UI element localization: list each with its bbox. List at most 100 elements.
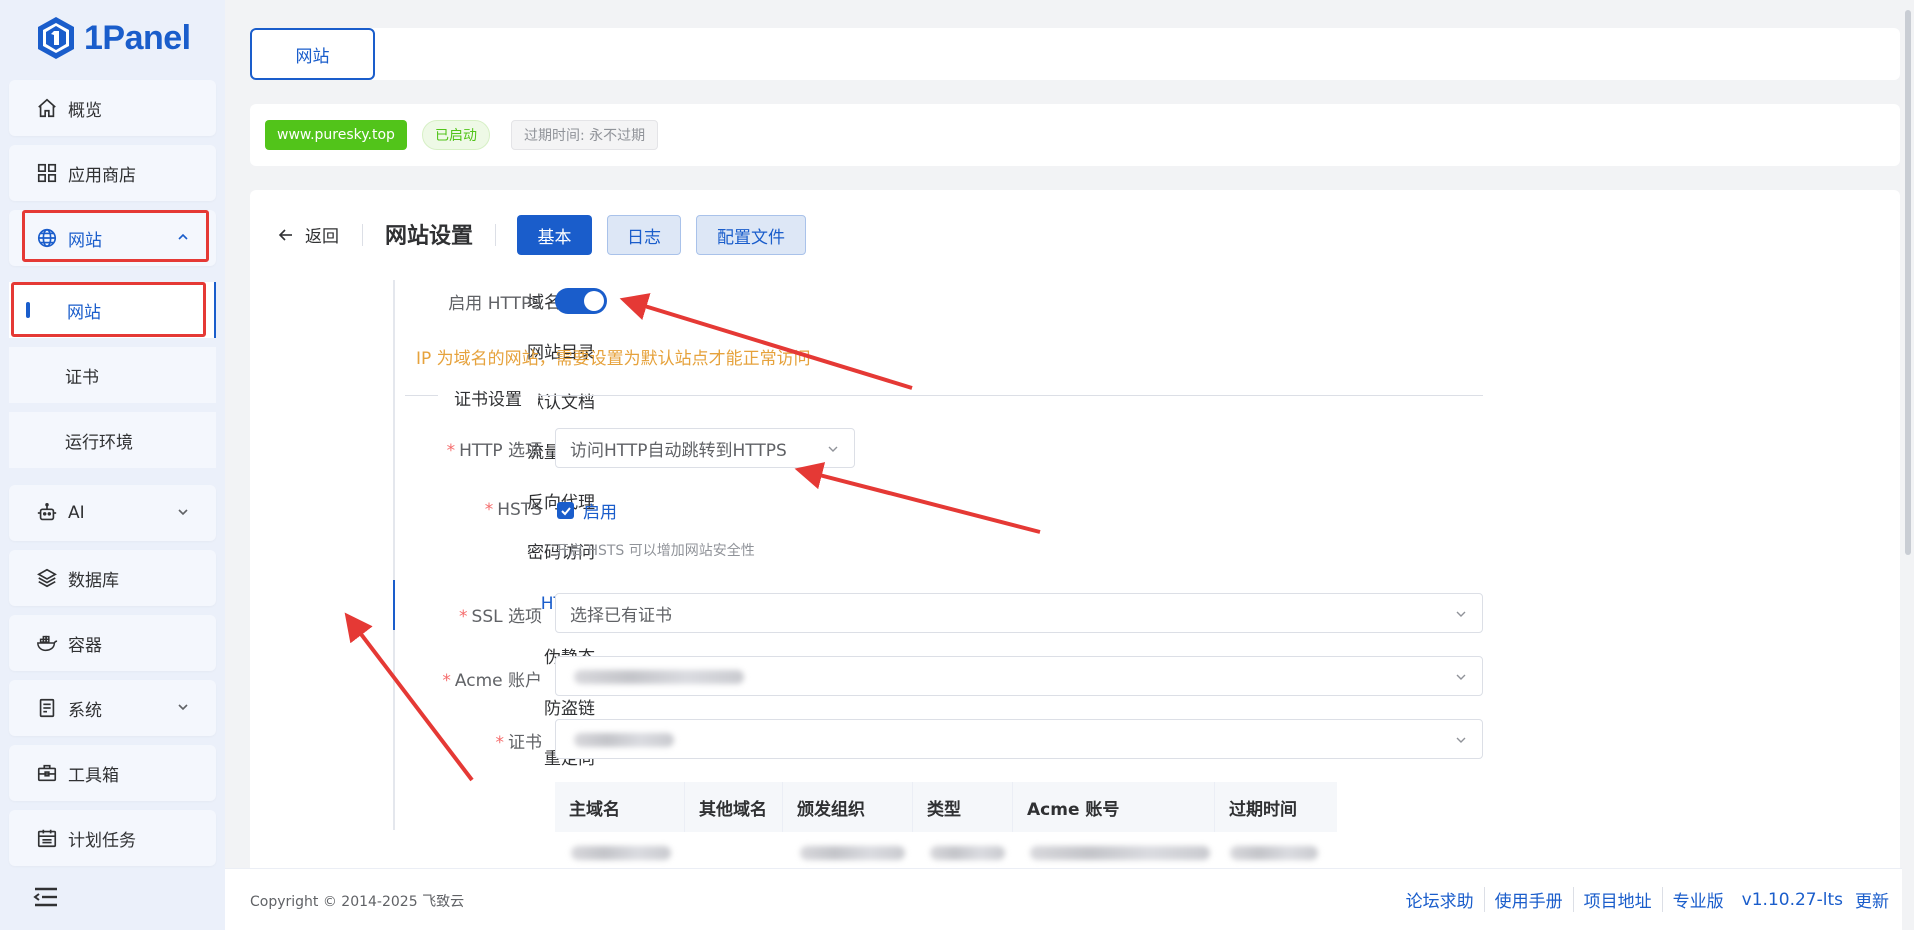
layers-icon bbox=[36, 567, 58, 589]
menu-item-system[interactable]: 系统 bbox=[9, 680, 216, 736]
hsts-check-label[interactable]: 启用 bbox=[583, 498, 617, 523]
back-button[interactable]: 返回 bbox=[277, 222, 339, 247]
menu-item-overview[interactable]: 概览 bbox=[9, 80, 216, 136]
col-type: 类型 bbox=[913, 782, 1013, 832]
https-toggle[interactable] bbox=[555, 288, 607, 314]
certificate-label: * 证书 bbox=[495, 733, 543, 753]
select-value: 选择已有证书 bbox=[570, 605, 672, 626]
section-title: 证书设置 bbox=[438, 385, 538, 410]
check-icon bbox=[560, 506, 571, 515]
http-option-label: * HTTP 选项 bbox=[446, 441, 542, 461]
grid-icon bbox=[36, 162, 58, 184]
certificate-select[interactable] bbox=[555, 719, 1483, 759]
active-indicator bbox=[26, 302, 30, 318]
acme-account-select[interactable] bbox=[555, 656, 1483, 696]
basic-button[interactable]: 基本 bbox=[517, 215, 592, 255]
docker-icon bbox=[36, 632, 58, 654]
table-row[interactable] bbox=[555, 832, 1337, 868]
calendar-icon bbox=[36, 827, 58, 849]
menu-item-database[interactable]: 数据库 bbox=[9, 550, 216, 606]
manual-link[interactable]: 使用手册 bbox=[1483, 887, 1573, 912]
menu-label: 应用商店 bbox=[68, 165, 136, 186]
menu-label: 系统 bbox=[68, 700, 102, 721]
sub-label: 证书 bbox=[65, 367, 99, 388]
menu-label: 网站 bbox=[68, 230, 102, 251]
blurred-cell bbox=[930, 846, 1005, 860]
scrollbar-thumb[interactable] bbox=[1905, 10, 1911, 555]
logo-icon bbox=[38, 17, 74, 59]
toggle-knob bbox=[584, 291, 604, 311]
select-value: 访问HTTP自动跳转到HTTPS bbox=[570, 440, 787, 461]
chevron-down-icon bbox=[178, 509, 188, 516]
sub-label: 网站 bbox=[67, 302, 101, 323]
tab-website[interactable]: 网站 bbox=[250, 28, 375, 80]
sub-item-runtime[interactable]: 运行环境 bbox=[9, 412, 216, 468]
log-button[interactable]: 日志 bbox=[607, 215, 681, 255]
expire-badge: 过期时间: 永不过期 bbox=[511, 120, 659, 150]
ssl-option-select[interactable]: 选择已有证书 bbox=[555, 593, 1483, 633]
chevron-down-icon bbox=[1456, 737, 1466, 743]
back-label: 返回 bbox=[305, 227, 339, 247]
home-icon bbox=[36, 97, 58, 119]
http-option-select[interactable]: 访问HTTP自动跳转到HTTPS bbox=[555, 428, 855, 468]
chevron-down-icon bbox=[178, 704, 188, 711]
menu-label: 容器 bbox=[68, 635, 102, 656]
col-acme-account: Acme 账号 bbox=[1013, 782, 1215, 832]
sub-item-certificate[interactable]: 证书 bbox=[9, 347, 216, 403]
version-text: v1.10.27-lts bbox=[1741, 889, 1843, 910]
domain-tag[interactable]: www.puresky.top bbox=[265, 120, 407, 150]
ssl-option-label: * SSL 选项 bbox=[459, 607, 542, 627]
https-label: 启用 HTTPS bbox=[448, 294, 542, 314]
toolbox-icon bbox=[36, 762, 58, 784]
main-content: 网站 www.puresky.top 已启动 过期时间: 永不过期 返回 网站设… bbox=[225, 0, 1914, 930]
table-header: 主域名 其他域名 颁发组织 类型 Acme 账号 过期时间 bbox=[555, 782, 1337, 832]
menu-label: 概览 bbox=[68, 100, 102, 121]
col-expire-time: 过期时间 bbox=[1229, 799, 1297, 820]
hsts-checkbox[interactable] bbox=[557, 502, 574, 519]
warning-text: IP 为域名的网站，需要设置为默认站点才能正常访问 bbox=[416, 349, 811, 369]
chevron-down-icon bbox=[1456, 611, 1466, 617]
footer-links: 论坛求助 使用手册 项目地址 专业版 v1.10.27-lts 更新 bbox=[1396, 887, 1889, 912]
blurred-cell bbox=[1230, 846, 1318, 860]
divider bbox=[362, 224, 363, 246]
robot-icon bbox=[36, 502, 58, 524]
arrow-left-icon bbox=[278, 228, 292, 241]
menu-item-cron[interactable]: 计划任务 bbox=[9, 810, 216, 866]
copyright: Copyright © 2014-2025 飞致云 bbox=[250, 894, 465, 910]
menu-item-ai[interactable]: AI bbox=[9, 485, 216, 541]
blurred-cell bbox=[1030, 846, 1210, 860]
collapse-menu-icon[interactable] bbox=[33, 886, 59, 908]
menu-label: AI bbox=[68, 503, 85, 523]
footer: Copyright © 2014-2025 飞致云 论坛求助 使用手册 项目地址… bbox=[225, 868, 1914, 930]
site-info-bar bbox=[250, 104, 1900, 166]
pro-link[interactable]: 专业版 bbox=[1661, 887, 1734, 912]
config-file-button[interactable]: 配置文件 bbox=[696, 215, 806, 255]
menu-item-toolbox[interactable]: 工具箱 bbox=[9, 745, 216, 801]
col-primary-domain: 主域名 bbox=[555, 782, 685, 832]
update-link[interactable]: 更新 bbox=[1843, 887, 1889, 912]
page-title: 网站设置 bbox=[385, 224, 474, 249]
hsts-label: * HSTS bbox=[484, 500, 542, 520]
project-link[interactable]: 项目地址 bbox=[1572, 887, 1662, 912]
acme-account-label: * Acme 账户 bbox=[442, 671, 542, 691]
menu-item-website[interactable]: 网站 bbox=[9, 210, 216, 266]
tab-bar bbox=[250, 28, 1900, 80]
chevron-down-icon bbox=[828, 446, 838, 452]
blurred-value bbox=[574, 670, 744, 684]
logo[interactable]: 1Panel bbox=[36, 14, 191, 62]
hsts-hint: 开启 HSTS 可以增加网站安全性 bbox=[555, 543, 755, 559]
sidebar: 1Panel 概览 应用商店 网站 网站 证书 运行环境 AI 数据库 容器 系… bbox=[0, 0, 225, 930]
forum-link[interactable]: 论坛求助 bbox=[1396, 887, 1484, 912]
blurred-cell bbox=[571, 846, 671, 860]
chevron-up-icon bbox=[178, 233, 188, 240]
menu-label: 工具箱 bbox=[68, 765, 119, 786]
col-other-domains: 其他域名 bbox=[685, 782, 783, 832]
globe-icon bbox=[36, 227, 58, 249]
menu-item-container[interactable]: 容器 bbox=[9, 615, 216, 671]
chevron-down-icon bbox=[1456, 674, 1466, 680]
sub-item-website[interactable]: 网站 bbox=[9, 282, 216, 338]
sub-label: 运行环境 bbox=[65, 432, 133, 453]
menu-item-app-store[interactable]: 应用商店 bbox=[9, 145, 216, 201]
server-icon bbox=[36, 697, 58, 719]
menu-label: 数据库 bbox=[68, 570, 119, 591]
